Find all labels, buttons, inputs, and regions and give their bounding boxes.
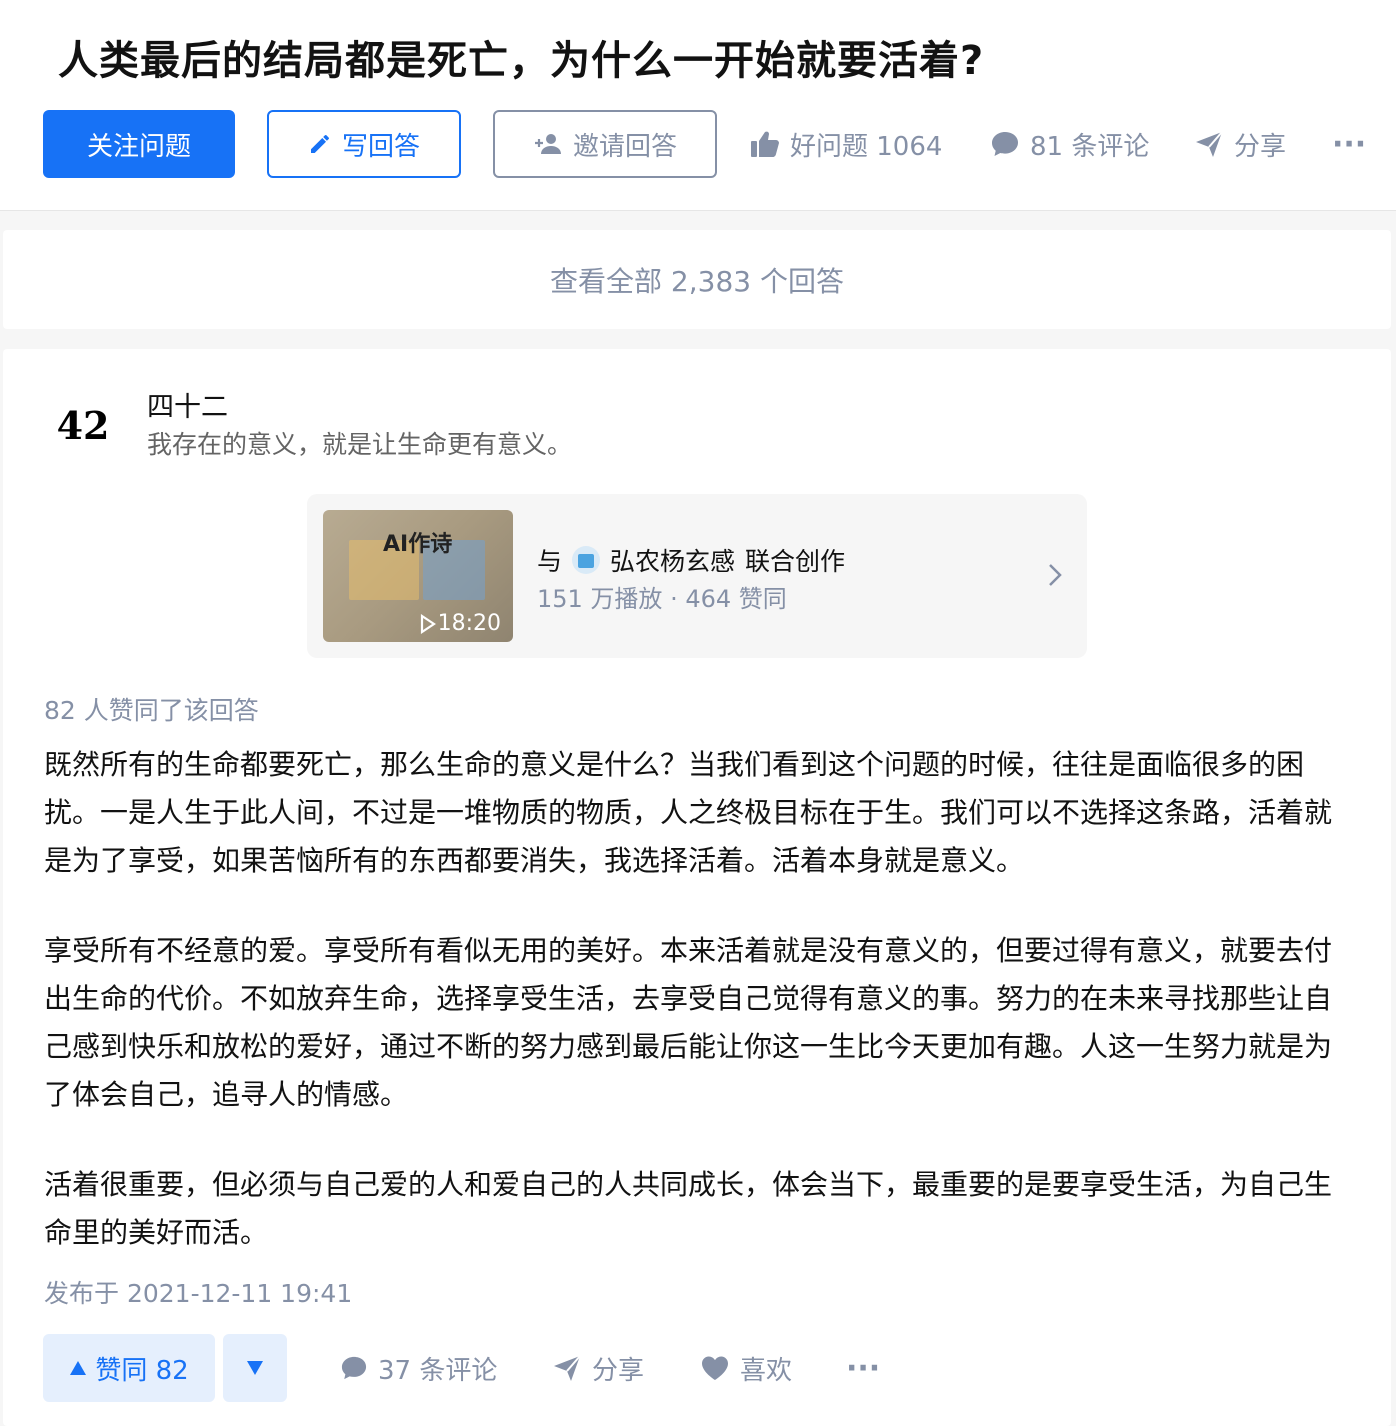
invite-answer-button[interactable]: 邀请回答 (493, 110, 717, 178)
share-icon (552, 1354, 582, 1382)
share-icon (1194, 130, 1224, 158)
question-share-label: 分享 (1234, 131, 1287, 162)
view-all-answers-label: 查看全部 2,383 个回答 (550, 264, 844, 298)
write-answer-label: 写回答 (341, 131, 420, 162)
view-all-answers-button[interactable]: 查看全部 2,383 个回答 (3, 230, 1391, 329)
author-avatar[interactable]: 42 (57, 401, 110, 449)
answer-paragraph: 既然所有的生命都要死亡，那么生命的意义是什么？当我们看到这个问题的时候，往往是面… (44, 748, 1333, 877)
video-duration: 18:20 (420, 611, 501, 636)
pencil-icon (308, 132, 332, 156)
video-card[interactable]: AI作诗 18:20 与 弘农杨玄感 联合创作 151 万播放 · 464 赞同 (307, 494, 1087, 658)
answer-comments-button[interactable]: 37 条评论 (340, 1334, 497, 1402)
thumbnail-title: AI作诗 (383, 532, 453, 557)
good-question-label: 好问题 1064 (790, 131, 943, 162)
triangle-up-icon (69, 1360, 87, 1376)
publish-time[interactable]: 发布于 2021-12-11 19:41 (44, 1274, 352, 1310)
vote-up-label: 赞同 82 (95, 1355, 189, 1386)
video-thumbnail[interactable]: AI作诗 18:20 (323, 510, 513, 642)
thumbs-up-icon (750, 130, 780, 158)
question-header: 人类最后的结局都是死亡，为什么一开始就要活着? 关注问题 写回答 邀请回答 好问… (0, 0, 1396, 211)
answer-comments-label: 37 条评论 (378, 1355, 498, 1386)
vote-down-button[interactable] (223, 1334, 287, 1402)
video-with-label: 与 (537, 547, 563, 576)
vote-up-button[interactable]: 赞同 82 (43, 1334, 215, 1402)
answer-paragraph: 享受所有不经意的爱。享受所有看似无用的美好。本来活着就是没有意义的，但要过得有意… (44, 934, 1333, 1111)
votes-summary: 82 人赞同了该回答 (44, 696, 259, 725)
answer-share-button[interactable]: 分享 (552, 1334, 644, 1402)
triangle-down-icon (246, 1360, 264, 1376)
coauthor-name[interactable]: 弘农杨玄感 (610, 542, 735, 578)
coauthor-avatar (572, 546, 601, 574)
add-user-icon (533, 132, 563, 156)
good-question-button[interactable]: 好问题 1064 (750, 110, 942, 178)
follow-question-button[interactable]: 关注问题 (43, 110, 235, 178)
video-duration-text: 18:20 (437, 611, 501, 636)
answer-share-label: 分享 (592, 1355, 645, 1386)
comment-icon (340, 1355, 368, 1381)
question-title: 人类最后的结局都是死亡，为什么一开始就要活着? (58, 38, 985, 84)
like-label: 喜欢 (740, 1355, 793, 1386)
invite-answer-label: 邀请回答 (572, 131, 677, 162)
more-icon: ··· (1332, 126, 1367, 162)
answer-more-button[interactable]: ··· (846, 1334, 880, 1402)
video-stats: 151 万播放 · 464 赞同 (537, 585, 787, 613)
comment-icon (990, 130, 1020, 158)
answer-content: 既然所有的生命都要死亡，那么生命的意义是什么？当我们看到这个问题的时候，往往是面… (44, 741, 1344, 1299)
video-collab-line: 与 弘农杨玄感 联合创作 (537, 542, 845, 578)
chevron-right-icon (1047, 562, 1063, 592)
play-icon (420, 613, 436, 634)
video-collab-label: 联合创作 (745, 547, 846, 576)
answer-card: 42 四十二 我存在的意义，就是让生命更有意义。 AI作诗 18:20 与 弘农… (3, 349, 1391, 1426)
heart-icon (700, 1354, 730, 1382)
more-icon: ··· (846, 1350, 881, 1386)
question-share-button[interactable]: 分享 (1194, 110, 1286, 178)
follow-question-label: 关注问题 (86, 131, 191, 162)
question-comments-button[interactable]: 81 条评论 (990, 110, 1149, 178)
like-button[interactable]: 喜欢 (700, 1334, 792, 1402)
write-answer-button[interactable]: 写回答 (267, 110, 461, 178)
author-bio: 我存在的意义，就是让生命更有意义。 (147, 430, 573, 459)
question-more-button[interactable]: ··· (1332, 110, 1366, 178)
author-name[interactable]: 四十二 (147, 385, 228, 424)
answer-paragraph: 活着很重要，但必须与自己爱的人和爱自己的人共同成长，体会当下，最重要的是要享受生… (44, 1168, 1333, 1249)
question-comments-label: 81 条评论 (1030, 131, 1150, 162)
